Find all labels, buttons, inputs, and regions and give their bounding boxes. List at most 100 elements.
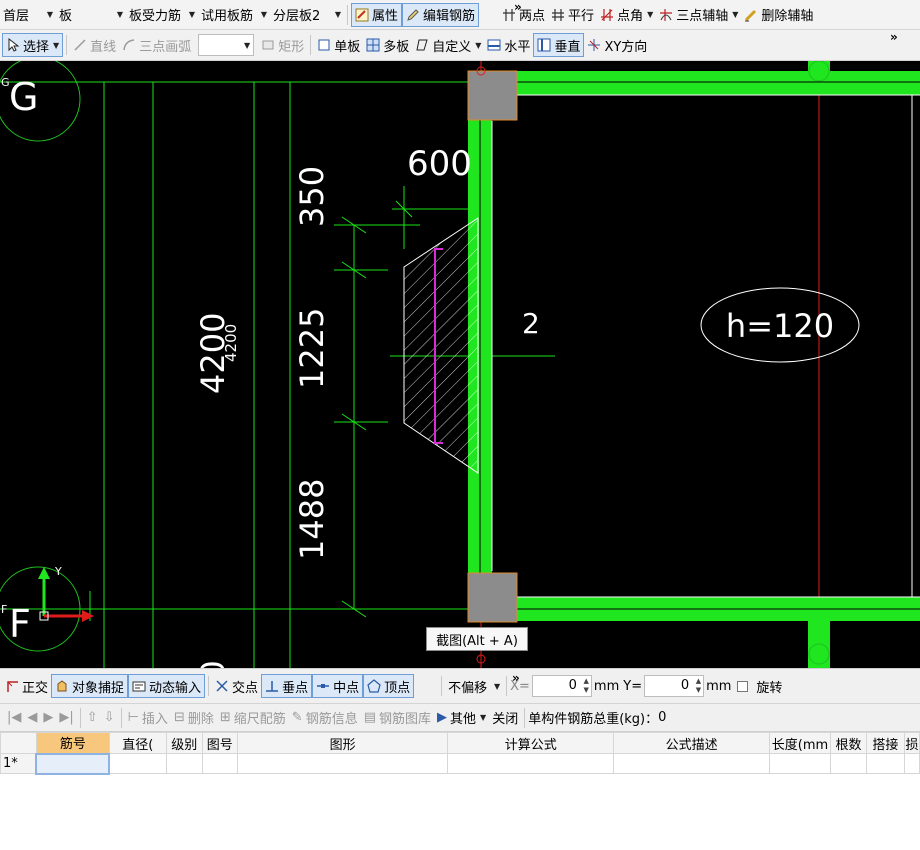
cell-count[interactable] [829, 753, 867, 774]
intersection-snap[interactable]: 交点 [212, 674, 261, 698]
custom-button[interactable]: 自定义 ▼ [412, 33, 484, 57]
select-button[interactable]: 选择 ▼ [2, 33, 64, 57]
toolbar-overflow-icon[interactable]: » [890, 30, 898, 44]
col-header-diameter[interactable]: 直径( [108, 732, 167, 754]
col-header-shape[interactable]: 图形 [236, 732, 449, 754]
insert-label: 插入 [141, 712, 168, 727]
col-header-figure-no[interactable]: 图号 [201, 732, 238, 754]
rectangle-button[interactable]: 矩形 [258, 33, 307, 57]
edit-rebar-button[interactable]: 编辑钢筋 [402, 2, 480, 27]
arc-option-select[interactable]: ▼ [198, 34, 255, 56]
beam-stub-bottom [808, 597, 830, 668]
cell-shape[interactable] [236, 753, 449, 774]
rebar-library-button[interactable]: ▤ 钢筋图库 [361, 706, 434, 730]
xy-direction-button[interactable]: XY方向 [584, 33, 650, 57]
x-input[interactable]: 0 ▲ ▼ [531, 675, 592, 697]
three-point-arc-button[interactable]: 三点画弧 [119, 33, 194, 57]
cell-rebar-no[interactable] [35, 752, 111, 775]
scale-rebar-button[interactable]: ⊞ 缩尺配筋 [217, 706, 289, 730]
prev-record-button[interactable]: ◀ [24, 706, 40, 730]
cell-length[interactable] [768, 753, 831, 774]
cell-formula[interactable] [447, 753, 615, 774]
ortho-toggle[interactable]: 正交 [2, 674, 51, 698]
toolbar-overflow-icon[interactable]: » [512, 671, 520, 685]
properties-button[interactable]: 属性 [351, 2, 403, 27]
spinner-icon[interactable]: ▲ ▼ [584, 677, 589, 695]
vertical-button[interactable]: 垂直 [533, 33, 585, 57]
vertex-snap[interactable]: 顶点 [363, 674, 415, 698]
dynamic-input-toggle[interactable]: 动态输入 [128, 674, 206, 698]
delete-button[interactable]: ⊟ 删除 [171, 706, 217, 730]
toolbar-separator [79, 707, 81, 728]
object-snap-icon [57, 680, 67, 692]
slab-label-2: 2 [522, 307, 540, 340]
perpendicular-snap[interactable]: 垂点 [261, 674, 313, 698]
cell-diameter[interactable] [108, 753, 167, 774]
midpoint-snap[interactable]: 中点 [312, 674, 364, 698]
cell-formula-desc[interactable] [613, 753, 770, 774]
component-select[interactable]: 板 ▼ [56, 4, 126, 26]
col-header-formula[interactable]: 计算公式 [447, 732, 615, 754]
delete-axis-button[interactable]: 删除辅轴 [741, 3, 816, 27]
slab-force-select[interactable]: 板受力筋 ▼ [126, 4, 198, 26]
dim-text-1225: 1225 [293, 308, 331, 389]
xy-direction-icon [588, 39, 601, 51]
col-header-length[interactable]: 长度(mm [768, 732, 831, 754]
y-input[interactable]: 0 ▲ ▼ [644, 675, 705, 697]
last-record-button[interactable]: ▶| [56, 706, 76, 730]
col-header-formula-desc[interactable]: 公式描述 [613, 732, 770, 754]
col-header-count[interactable]: 根数 [829, 732, 867, 754]
multi-slab-button[interactable]: 多板 [363, 33, 412, 57]
rebar-info-button[interactable]: ✎ 钢筋信息 [289, 706, 361, 730]
col-header-lap[interactable]: 搭接 [865, 732, 905, 754]
cell-loss[interactable] [903, 753, 920, 774]
close-button[interactable]: 关闭 [489, 706, 521, 730]
cell-lap[interactable] [865, 753, 905, 774]
chevron-down-icon: ▼ [53, 40, 60, 50]
grid-header-row: 筋号 直径( 级别 图号 图形 计算公式 公式描述 长度(mm 根数 搭接 损 [0, 732, 920, 754]
dim-text-350: 350 [293, 166, 331, 227]
total-weight-label: 单构件钢筋总重(kg)： [528, 712, 659, 727]
horizontal-button[interactable]: 水平 [484, 33, 533, 57]
cell-figure-no[interactable] [201, 753, 238, 774]
three-point-axis-button[interactable]: 三点辅轴 ▼ [656, 3, 741, 27]
rebar-grid[interactable]: 筋号 直径( 级别 图号 图形 计算公式 公式描述 长度(mm 根数 搭接 损 … [0, 732, 920, 850]
eraser-icon [745, 9, 757, 21]
col-header-loss[interactable]: 损 [903, 732, 920, 754]
col-header-rebar-no[interactable]: 筋号 [35, 732, 110, 754]
insert-button[interactable]: ⊢ 插入 [125, 706, 171, 730]
layer-slab-select[interactable]: 分层板2 ▼ [270, 4, 344, 26]
move-up-button[interactable]: ⇧ [84, 706, 101, 730]
offset-select[interactable]: 不偏移 ▼ [445, 675, 503, 697]
first-record-button[interactable]: |◀ [4, 706, 24, 730]
rotate-checkbox[interactable] [737, 680, 749, 692]
spinner-icon[interactable]: ▲ ▼ [696, 677, 701, 695]
other-menu-button[interactable]: ▶ 其他 ▼ [434, 706, 489, 730]
rebar-library-icon: ▤ [363, 710, 376, 725]
chevron-down-icon: ▼ [647, 10, 654, 19]
point-angle-button[interactable]: 点角 ▼ [597, 3, 656, 27]
single-slab-button[interactable]: 单板 [314, 33, 363, 57]
move-down-button[interactable]: ⇩ [101, 706, 118, 730]
col-header-grade[interactable]: 级别 [165, 732, 203, 754]
line-button[interactable]: 直线 [70, 33, 119, 57]
floor-select[interactable]: 首层 ▼ [0, 4, 56, 26]
trial-rebar-select[interactable]: 试用板筋 ▼ [198, 4, 270, 26]
object-snap-toggle[interactable]: 对象捕捉 [51, 674, 129, 698]
custom-shape-icon [416, 39, 428, 51]
line-icon [74, 39, 86, 51]
table-row[interactable]: 1* [0, 752, 920, 775]
drawing-svg[interactable]: G G F F Y 600 2 h=120 350 1225 1488 4200… [0, 61, 920, 668]
next-record-button[interactable]: ▶ [40, 706, 56, 730]
slab-thickness-text: h=120 [726, 307, 834, 345]
two-points-button[interactable]: 两点 [499, 3, 548, 27]
cell-grade[interactable] [165, 753, 203, 774]
drawing-canvas[interactable]: G G F F Y 600 2 h=120 350 1225 1488 4200… [0, 61, 920, 668]
snap-toolbar: 正交 对象捕捉 动态输入 交点 垂点 中点 顶点 » 不偏移 ▼ X= 0 ▲ ▼ … [0, 668, 920, 704]
row-header[interactable]: 1* [0, 753, 37, 774]
midpoint-icon [317, 684, 330, 688]
beam-inner-lines [479, 71, 920, 610]
chevron-down-icon: ▼ [480, 713, 487, 722]
xy-direction-label: XY方向 [604, 39, 648, 55]
parallel-button[interactable]: 平行 [548, 3, 597, 27]
